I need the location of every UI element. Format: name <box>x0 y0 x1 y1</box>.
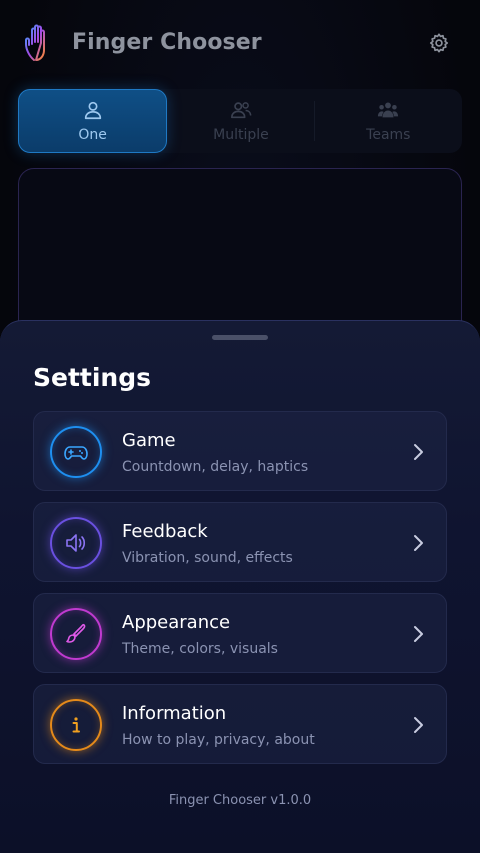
item-title: Feedback <box>122 521 208 542</box>
item-title: Information <box>122 703 227 724</box>
item-subtitle: How to play, privacy, about <box>122 732 315 748</box>
hand-icon <box>25 24 45 61</box>
tab-label: Multiple <box>213 127 269 143</box>
app-root: Finger Chooser One Multiple Teams Settin… <box>0 0 480 853</box>
chevron-right-icon <box>414 626 423 642</box>
settings-sheet: Settings Game Countdown, delay, haptics <box>0 320 480 853</box>
mode-tabs: One Multiple Teams <box>18 89 462 153</box>
settings-item-game[interactable]: Game Countdown, delay, haptics <box>33 411 447 491</box>
tab-label: Teams <box>366 127 411 143</box>
item-title: Game <box>122 430 176 451</box>
sheet-title: Settings <box>33 363 152 392</box>
icon-ring <box>50 699 102 751</box>
chevron-right-icon <box>414 444 423 460</box>
item-subtitle: Vibration, sound, effects <box>122 550 293 566</box>
item-subtitle: Theme, colors, visuals <box>122 641 278 657</box>
app-title: Finger Chooser <box>72 30 262 55</box>
settings-item-appearance[interactable]: Appearance Theme, colors, visuals <box>33 593 447 673</box>
people-icon <box>230 102 252 119</box>
tab-label: One <box>78 127 107 143</box>
tab-teams[interactable]: Teams <box>315 89 462 153</box>
chevron-right-icon <box>414 535 423 551</box>
item-title: Appearance <box>122 612 231 633</box>
team-icon <box>378 102 399 118</box>
person-icon <box>84 101 101 120</box>
gear-icon[interactable] <box>428 32 450 54</box>
settings-item-information[interactable]: Information How to play, privacy, about <box>33 684 447 764</box>
version-label: Finger Chooser v1.0.0 <box>168 793 312 808</box>
speaker-icon <box>66 534 86 552</box>
app-header: Finger Chooser <box>0 0 480 90</box>
item-subtitle: Countdown, delay, haptics <box>122 459 309 475</box>
brush-icon <box>66 623 86 643</box>
tab-multiple[interactable]: Multiple <box>167 89 315 153</box>
icon-ring <box>50 426 102 478</box>
chevron-right-icon <box>414 717 423 733</box>
gamepad-icon <box>64 446 88 460</box>
settings-item-feedback[interactable]: Feedback Vibration, sound, effects <box>33 502 447 582</box>
info-icon <box>72 717 80 733</box>
icon-ring <box>50 608 102 660</box>
sheet-drag-handle[interactable] <box>212 335 268 340</box>
icon-ring <box>50 517 102 569</box>
tab-one[interactable]: One <box>18 89 168 153</box>
